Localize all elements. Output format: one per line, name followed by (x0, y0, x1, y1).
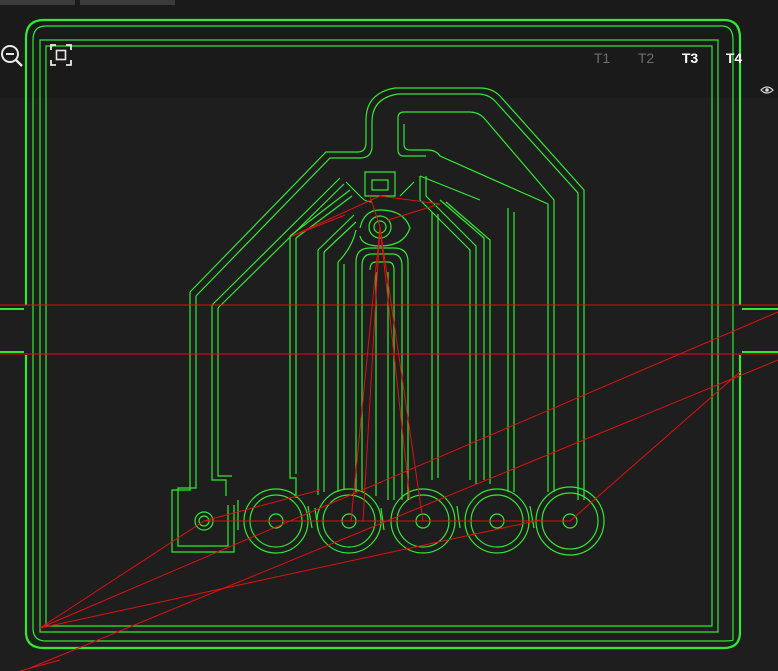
tab-t2[interactable]: T2 (624, 48, 668, 68)
layer-visibility-button[interactable] (760, 82, 774, 94)
zoom-out-button[interactable] (0, 44, 24, 68)
ratsnest-lines (0, 195, 778, 671)
pcb-canvas[interactable] (0, 0, 778, 671)
eye-icon (760, 86, 774, 94)
zoom-out-icon (1, 45, 23, 67)
tab-t3[interactable]: T3 (668, 48, 712, 68)
fit-to-view-button[interactable] (50, 44, 72, 66)
tab-t1[interactable]: T1 (580, 48, 624, 68)
fit-to-view-icon (50, 44, 72, 66)
tab-t4[interactable]: T4 (712, 48, 756, 68)
layer-tabs: T1 T2 T3 T4 (580, 48, 756, 68)
board-outline (0, 18, 778, 650)
